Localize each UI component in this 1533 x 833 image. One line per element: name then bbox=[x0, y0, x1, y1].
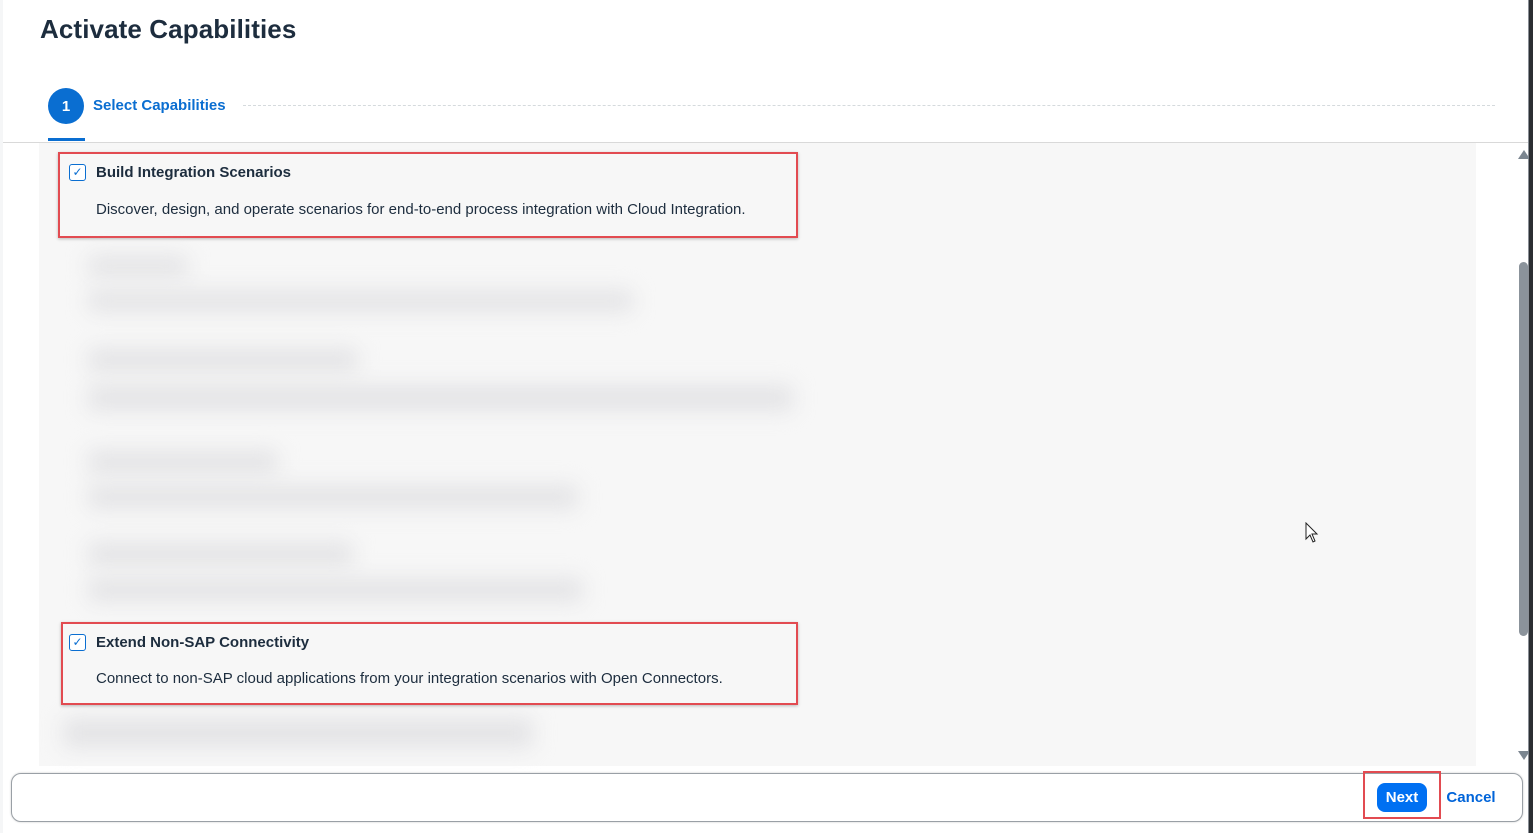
redacted-capability bbox=[88, 578, 583, 602]
redacted-capability bbox=[88, 450, 278, 474]
dialog-title: Activate Capabilities bbox=[40, 14, 297, 44]
window-edge bbox=[1529, 0, 1533, 833]
redacted-capability bbox=[88, 485, 578, 509]
wizard-progress-bar: 1 Select Capabilities bbox=[3, 84, 1528, 143]
redacted-capability bbox=[63, 718, 533, 748]
checkmark-icon: ✓ bbox=[72, 635, 83, 649]
step-1-indicator[interactable]: 1 bbox=[48, 88, 84, 124]
redacted-capability bbox=[88, 290, 633, 312]
redacted-capability bbox=[88, 255, 188, 277]
capability-checkbox[interactable]: ✓ bbox=[69, 634, 86, 651]
redacted-capability bbox=[88, 348, 358, 372]
step-connector-line bbox=[243, 105, 1495, 106]
step-1-label[interactable]: Select Capabilities bbox=[93, 97, 226, 114]
capability-build-integration-scenarios: ✓ Build Integration Scenarios Discover, … bbox=[58, 152, 798, 238]
vertical-scrollbar[interactable] bbox=[1517, 150, 1530, 760]
redacted-capability bbox=[88, 385, 793, 411]
cancel-button[interactable]: Cancel bbox=[1440, 783, 1502, 812]
active-step-underline bbox=[48, 138, 85, 141]
dialog-footer bbox=[11, 773, 1523, 822]
checkmark-icon: ✓ bbox=[72, 165, 83, 179]
capability-description: Discover, design, and operate scenarios … bbox=[96, 201, 746, 218]
redacted-capability bbox=[88, 542, 353, 566]
capability-description: Connect to non-SAP cloud applications fr… bbox=[96, 670, 723, 687]
mouse-pointer-icon bbox=[1305, 521, 1319, 549]
capability-checkbox[interactable]: ✓ bbox=[69, 164, 86, 181]
capability-title: Extend Non-SAP Connectivity bbox=[96, 634, 310, 651]
capability-extend-non-sap-connectivity: ✓ Extend Non-SAP Connectivity Connect to… bbox=[61, 622, 798, 705]
next-button[interactable]: Next bbox=[1377, 783, 1427, 812]
capability-title: Build Integration Scenarios bbox=[96, 164, 292, 181]
activate-capabilities-dialog: Activate Capabilities 1 Select Capabilit… bbox=[3, 0, 1530, 833]
scrollbar-thumb[interactable] bbox=[1519, 262, 1528, 636]
